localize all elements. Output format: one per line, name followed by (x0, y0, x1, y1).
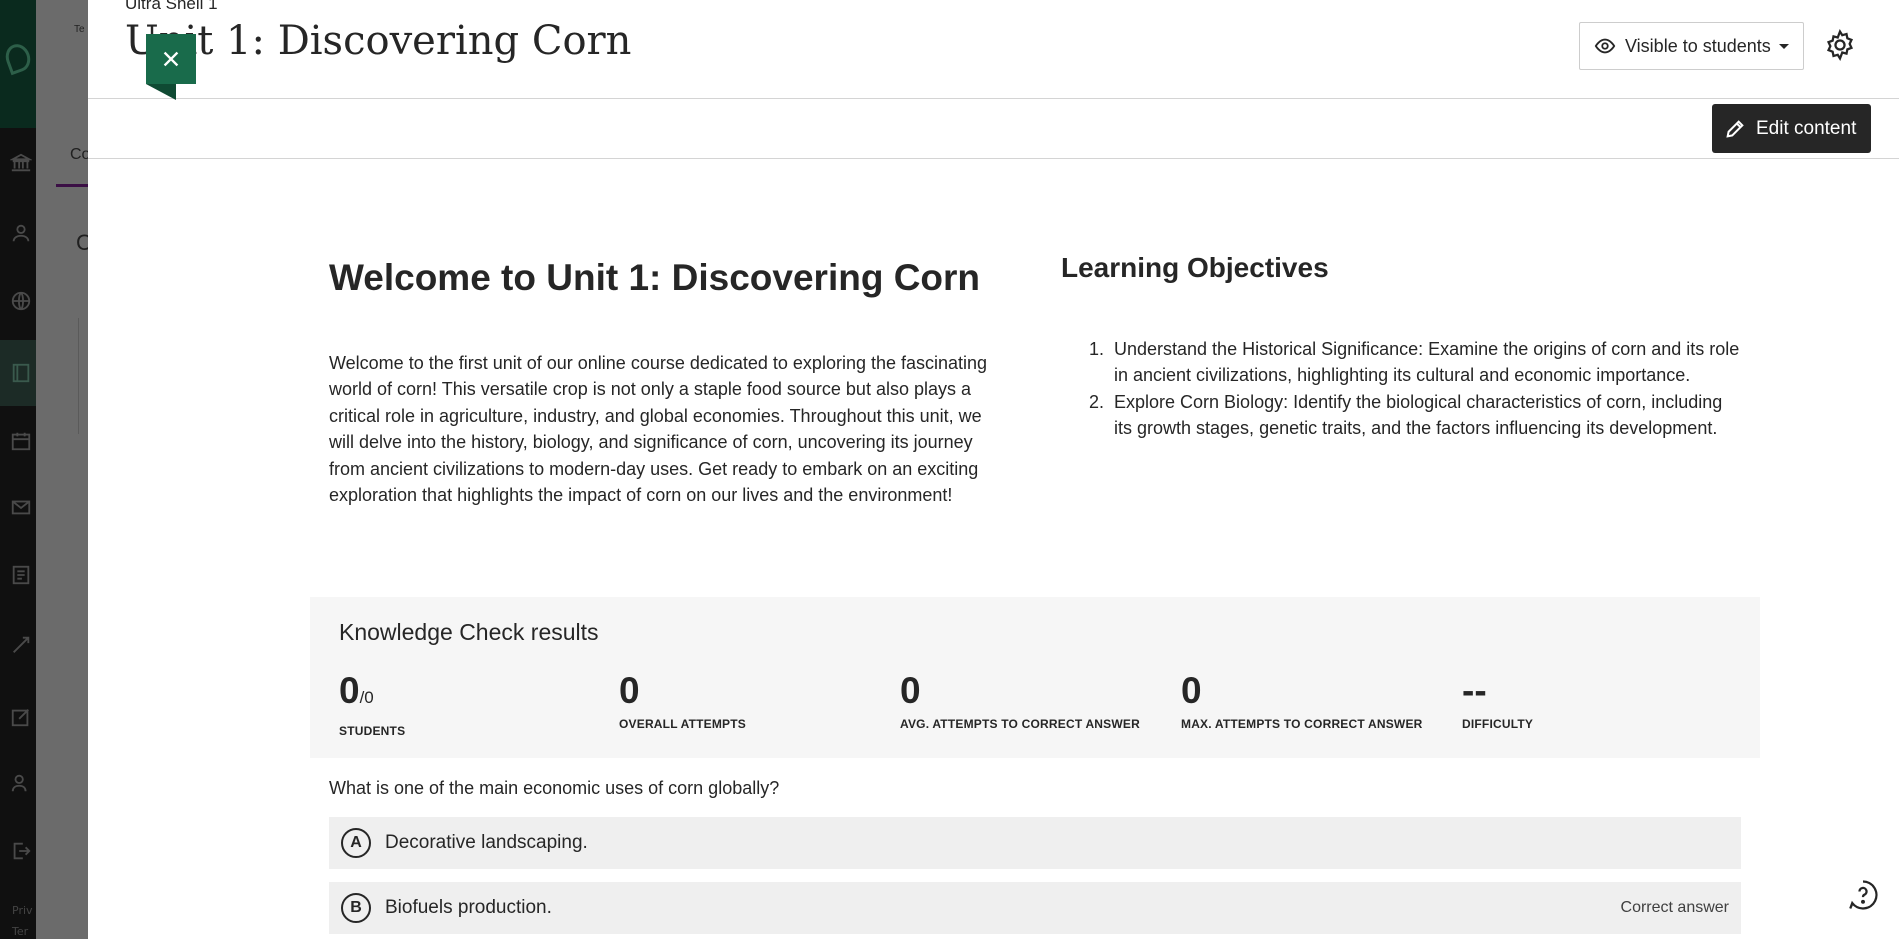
grades-icon (10, 564, 32, 586)
background-course-panel: Te Co C (36, 0, 124, 939)
privacy-link: Priv (12, 904, 33, 917)
objective-number: 2. (1089, 391, 1105, 412)
stat-label: MAX. ATTEMPTS TO CORRECT ANSWER (1181, 717, 1423, 731)
calendar-icon (10, 430, 32, 452)
help-button[interactable] (1846, 878, 1880, 912)
courses-icon (10, 362, 32, 384)
objectives-list: 1. Understand the Historical Significance… (1089, 336, 1744, 442)
background-navigation: Priv Ter (0, 0, 36, 939)
answer-letter-badge: B (341, 893, 371, 923)
edit-content-button[interactable]: Edit content (1712, 104, 1871, 153)
document-panel: Ultra Shell 1 Unit 1: Discovering Corn V… (88, 0, 1899, 939)
content-toolbar: Edit content (88, 99, 1899, 159)
stat-overall-attempts: 0 OVERALL ATTEMPTS (619, 670, 746, 732)
course-name: Ultra Shell 1 (125, 0, 218, 13)
profile-icon (10, 222, 32, 244)
edit-nav-icon (10, 706, 32, 728)
edit-content-label: Edit content (1756, 117, 1857, 139)
correct-answer-tag: Correct answer (1620, 899, 1729, 916)
document-content: Welcome to Unit 1: Discovering Corn Welc… (88, 160, 1899, 939)
stat-max-attempts: 0 MAX. ATTEMPTS TO CORRECT ANSWER (1181, 670, 1423, 732)
institution-icon (9, 152, 33, 174)
answer-text: Biofuels production. (385, 897, 552, 918)
answer-text: Decorative landscaping. (385, 832, 588, 853)
stat-value: 0 (1181, 670, 1202, 711)
stat-difficulty: -- DIFFICULTY (1462, 670, 1534, 732)
admin-user-icon (10, 772, 32, 794)
answer-option[interactable]: B Biofuels production. Correct answer (329, 882, 1741, 934)
panel-header: Ultra Shell 1 Unit 1: Discovering Corn V… (88, 0, 1899, 99)
stat-value: 0 (339, 670, 360, 711)
background-top-text: Te (74, 24, 85, 35)
help-icon (1849, 880, 1878, 910)
stat-label: OVERALL ATTEMPTS (619, 717, 746, 731)
stat-label: AVG. ATTEMPTS TO CORRECT ANSWER (900, 717, 1140, 731)
globe-icon (10, 290, 32, 312)
objective-item: 2. Explore Corn Biology: Identify the bio… (1089, 389, 1744, 442)
welcome-heading: Welcome to Unit 1: Discovering Corn (329, 257, 981, 298)
sign-out-icon (10, 840, 32, 862)
visibility-label: Visible to students (1625, 35, 1771, 56)
page-title: Unit 1: Discovering Corn (125, 18, 632, 64)
settings-button[interactable] (1823, 28, 1857, 62)
logo-icon (1, 40, 35, 76)
welcome-paragraph: Welcome to the first unit of our online … (329, 353, 988, 506)
question-text: What is one of the main economic uses of… (329, 778, 780, 798)
stat-value: 0 (619, 670, 640, 711)
stat-label: STUDENTS (339, 724, 406, 738)
objective-text: Understand the Historical Significance: … (1114, 339, 1740, 386)
answer-letter-badge: A (341, 828, 371, 858)
tools-icon (10, 634, 32, 656)
answer-option[interactable]: A Decorative landscaping. (329, 817, 1741, 869)
stat-avg-attempts: 0 AVG. ATTEMPTS TO CORRECT ANSWER (900, 670, 1140, 732)
visibility-dropdown[interactable]: Visible to students (1579, 22, 1804, 70)
objectives-heading: Learning Objectives (1061, 252, 1329, 283)
stat-students: 0/0 STUDENTS (339, 670, 406, 739)
objective-item: 1. Understand the Historical Significance… (1089, 336, 1744, 389)
logo-strip (0, 0, 36, 128)
messages-icon (10, 496, 32, 518)
close-button[interactable] (146, 34, 196, 100)
pencil-icon (1726, 119, 1744, 138)
stat-label: DIFFICULTY (1462, 717, 1534, 731)
stat-suffix: /0 (359, 688, 374, 707)
close-icon (163, 51, 179, 67)
knowledge-check-title: Knowledge Check results (339, 619, 599, 645)
stat-value: -- (1462, 670, 1487, 711)
knowledge-check-results: Knowledge Check results 0/0 STUDENTS 0 O… (310, 597, 1760, 758)
stat-value: 0 (900, 670, 921, 711)
objective-text: Explore Corn Biology: Identify the biolo… (1114, 391, 1723, 439)
eye-icon (1594, 38, 1616, 54)
gear-icon (1826, 28, 1854, 62)
objective-number: 1. (1089, 339, 1105, 359)
terms-link: Ter (12, 925, 29, 938)
chevron-down-icon (1778, 43, 1789, 49)
